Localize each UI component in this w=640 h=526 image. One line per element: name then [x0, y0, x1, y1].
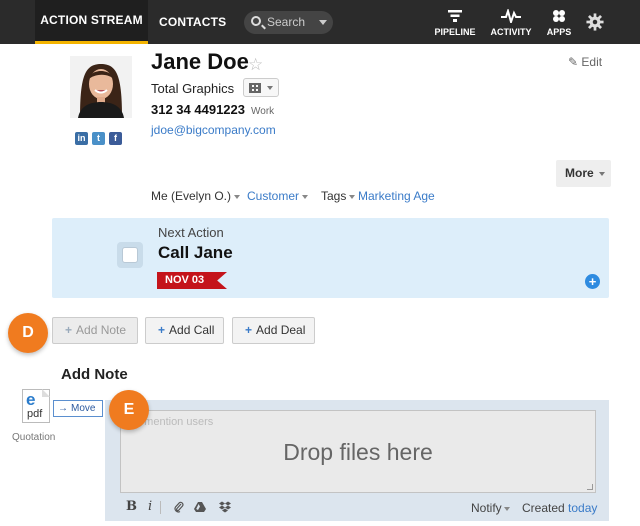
social-links: in t f: [75, 132, 122, 146]
facebook-icon[interactable]: f: [109, 132, 122, 145]
file-extension: pdf: [27, 408, 43, 420]
move-label: Move: [71, 403, 96, 414]
add-action-icon[interactable]: +: [585, 274, 600, 289]
add-note-heading: Add Note: [61, 366, 128, 383]
apps-icon: [544, 8, 574, 24]
nav-apps[interactable]: APPS: [544, 8, 574, 37]
created-label: Created: [522, 501, 565, 515]
add-note-button[interactable]: + Add Note: [52, 317, 138, 344]
nav-pipeline[interactable]: PIPELINE: [433, 8, 477, 37]
phone-type: Work: [251, 106, 275, 117]
add-deal-label: Add Deal: [256, 323, 306, 337]
add-deal-button[interactable]: + Add Deal: [232, 317, 315, 344]
owner-label: Me (Evelyn O.): [151, 189, 232, 203]
chevron-down-icon: [599, 172, 605, 176]
paperclip-icon[interactable]: [173, 501, 185, 513]
chevron-down-icon: [302, 194, 309, 199]
pencil-icon: ✎: [568, 55, 579, 69]
add-call-button[interactable]: + Add Call: [145, 317, 224, 344]
phone-number[interactable]: 312 34 4491223: [151, 102, 245, 117]
plus-icon: +: [245, 323, 253, 337]
contact-type-dropdown[interactable]: Customer: [247, 189, 309, 203]
plus-icon: +: [65, 323, 73, 337]
italic-icon[interactable]: i: [148, 499, 152, 514]
pulse-icon: [489, 8, 533, 24]
tag-marketing-age[interactable]: Marketing Age: [358, 189, 435, 203]
due-date-badge: NOV 03: [157, 272, 227, 289]
tags-dropdown[interactable]: Tags: [321, 189, 356, 203]
tab-contacts[interactable]: CONTACTS: [159, 0, 226, 44]
plus-icon: +: [158, 323, 166, 337]
callout-e: E: [109, 390, 149, 430]
chevron-down-icon: [267, 86, 273, 90]
resize-handle[interactable]: [587, 484, 593, 490]
google-drive-icon[interactable]: [194, 501, 206, 513]
due-date: NOV 03: [165, 274, 205, 286]
tab-action-stream[interactable]: ACTION STREAM: [35, 0, 148, 44]
nav-activity[interactable]: ACTIVITY: [489, 8, 533, 37]
page-fold: [42, 389, 50, 397]
chevron-down-icon: [503, 506, 510, 511]
twitter-icon[interactable]: t: [92, 132, 105, 145]
nav-apps-label: APPS: [546, 27, 572, 37]
notify-label: Notify: [471, 501, 502, 515]
top-nav: ACTION STREAM CONTACTS Search PIPELINE A…: [0, 0, 640, 44]
funnel-icon: [433, 8, 477, 24]
nav-activity-label: ACTIVITY: [490, 27, 532, 37]
nav-pipeline-label: PIPELINE: [434, 27, 476, 37]
pdf-file-icon[interactable]: e pdf: [22, 389, 50, 423]
bold-icon[interactable]: B: [126, 499, 137, 514]
more-button[interactable]: More: [556, 160, 611, 187]
complete-checkbox[interactable]: [117, 242, 143, 268]
note-panel: @mention users Drop files here B i Notif…: [105, 400, 609, 521]
building-icon: [249, 83, 261, 93]
star-icon[interactable]: ☆: [248, 55, 263, 75]
chevron-down-icon: [234, 194, 241, 199]
gear-icon[interactable]: [586, 13, 604, 31]
edit-button[interactable]: ✎ Edit: [568, 55, 602, 69]
created-date: Created today: [522, 501, 597, 515]
contact-name: Jane Doe: [151, 49, 249, 74]
edit-label: Edit: [581, 55, 603, 69]
search-input[interactable]: Search: [267, 15, 305, 29]
arrow-right-icon: →: [58, 403, 68, 414]
next-action-title[interactable]: Call Jane: [158, 243, 233, 263]
notify-dropdown[interactable]: Notify: [471, 501, 510, 515]
note-dropzone[interactable]: @mention users Drop files here: [120, 410, 596, 493]
chevron-down-icon: [349, 194, 356, 199]
company-name[interactable]: Total Graphics: [151, 81, 234, 96]
email-link[interactable]: jdoe@bigcompany.com: [151, 123, 276, 137]
callout-d: D: [8, 313, 48, 353]
next-action-label: Next Action: [158, 225, 224, 240]
chevron-down-icon[interactable]: [319, 20, 327, 25]
add-note-label: Add Note: [76, 323, 127, 337]
more-label: More: [565, 166, 594, 180]
search-box[interactable]: Search: [244, 11, 333, 34]
add-call-label: Add Call: [169, 323, 215, 337]
tags-label: Tags: [321, 189, 347, 203]
move-drag-tooltip: → Move: [53, 400, 103, 417]
drop-files-text: Drop files here: [283, 439, 433, 465]
created-date-picker[interactable]: today: [568, 501, 597, 515]
dropbox-icon[interactable]: [219, 501, 231, 513]
owner-dropdown[interactable]: Me (Evelyn O.): [151, 189, 241, 203]
file-name: Quotation: [12, 432, 56, 443]
edge-logo-icon: e: [26, 390, 36, 409]
company-menu-button[interactable]: [243, 78, 279, 97]
next-action-card: Next Action Call Jane NOV 03 +: [52, 218, 609, 298]
avatar: [70, 56, 132, 118]
search-icon: [251, 16, 261, 26]
contact-type-label: Customer: [247, 189, 300, 203]
toolbar-divider: [160, 501, 161, 514]
linkedin-icon[interactable]: in: [75, 132, 88, 145]
